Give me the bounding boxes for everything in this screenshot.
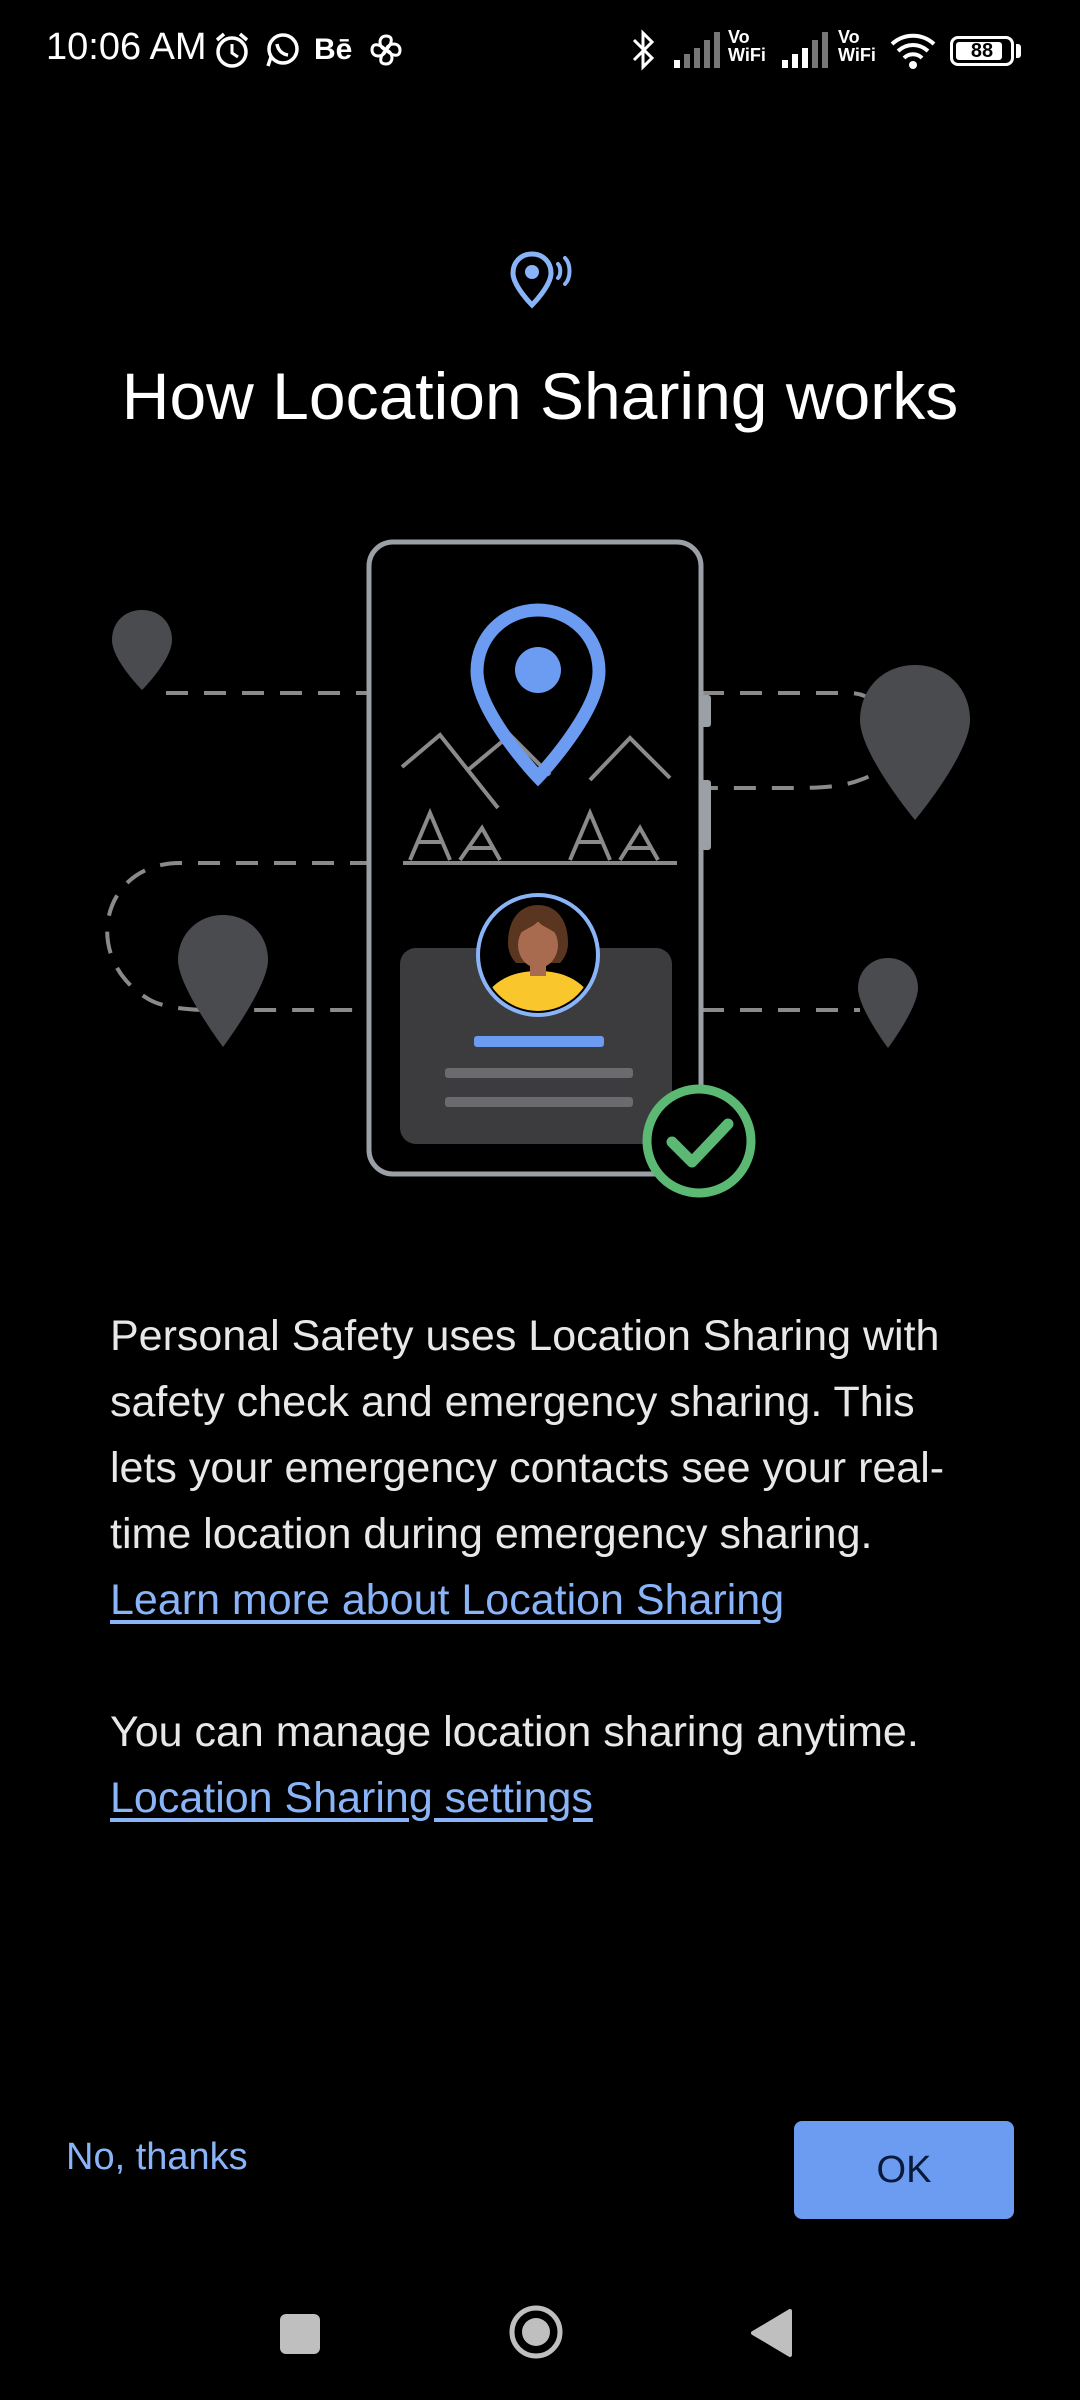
wifi-icon bbox=[888, 28, 938, 72]
status-bar: 10:06 AM Bē Vo WiFi Vo WiFi 88 bbox=[0, 0, 1080, 110]
vowifi-icon: Vo WiFi bbox=[728, 28, 766, 72]
location-sharing-settings-link[interactable]: Location Sharing settings bbox=[110, 1774, 593, 1822]
recents-icon[interactable] bbox=[280, 2314, 320, 2354]
map-pin-icon bbox=[112, 610, 172, 690]
back-icon[interactable] bbox=[750, 2308, 792, 2358]
page-title: How Location Sharing works bbox=[121, 359, 959, 433]
no-thanks-button[interactable]: No, thanks bbox=[66, 2136, 248, 2179]
map-pin-icon bbox=[860, 665, 970, 820]
location-sharing-icon bbox=[508, 248, 574, 310]
battery-cap bbox=[1016, 44, 1021, 58]
paragraph-text: Personal Safety uses Location Sharing wi… bbox=[110, 1312, 945, 1558]
vowifi-icon: Vo WiFi bbox=[838, 28, 876, 72]
bluetooth-icon bbox=[628, 28, 658, 72]
battery-icon: 88 bbox=[950, 36, 1014, 66]
check-circle-icon bbox=[642, 1084, 756, 1198]
signal-icon bbox=[672, 28, 720, 72]
description: Personal Safety uses Location Sharing wi… bbox=[110, 1303, 990, 1831]
vowifi-label: Vo bbox=[838, 27, 860, 47]
vowifi-label: WiFi bbox=[728, 45, 766, 65]
battery-level: 88 bbox=[970, 40, 994, 62]
vowifi-label: WiFi bbox=[838, 45, 876, 65]
map-pin-icon bbox=[858, 958, 918, 1048]
learn-more-link[interactable]: Learn more about Location Sharing bbox=[110, 1576, 784, 1624]
status-time: 10:06 AM bbox=[46, 26, 207, 68]
location-sharing-illustration bbox=[90, 530, 990, 1210]
home-icon[interactable] bbox=[508, 2304, 564, 2360]
pinwheel-icon bbox=[366, 28, 406, 72]
description-paragraph: Personal Safety uses Location Sharing wi… bbox=[110, 1303, 990, 1633]
behance-icon: Bē bbox=[314, 33, 353, 66]
alarm-icon bbox=[212, 28, 252, 72]
avatar bbox=[476, 893, 600, 1017]
paragraph-text: You can manage location sharing anytime. bbox=[110, 1708, 919, 1756]
whatsapp-icon bbox=[262, 28, 302, 72]
description-paragraph: You can manage location sharing anytime.… bbox=[110, 1699, 990, 1831]
vowifi-label: Vo bbox=[728, 27, 750, 47]
signal-icon bbox=[780, 28, 828, 72]
map-pin-icon bbox=[178, 915, 268, 1047]
ok-button[interactable]: OK bbox=[794, 2121, 1014, 2219]
